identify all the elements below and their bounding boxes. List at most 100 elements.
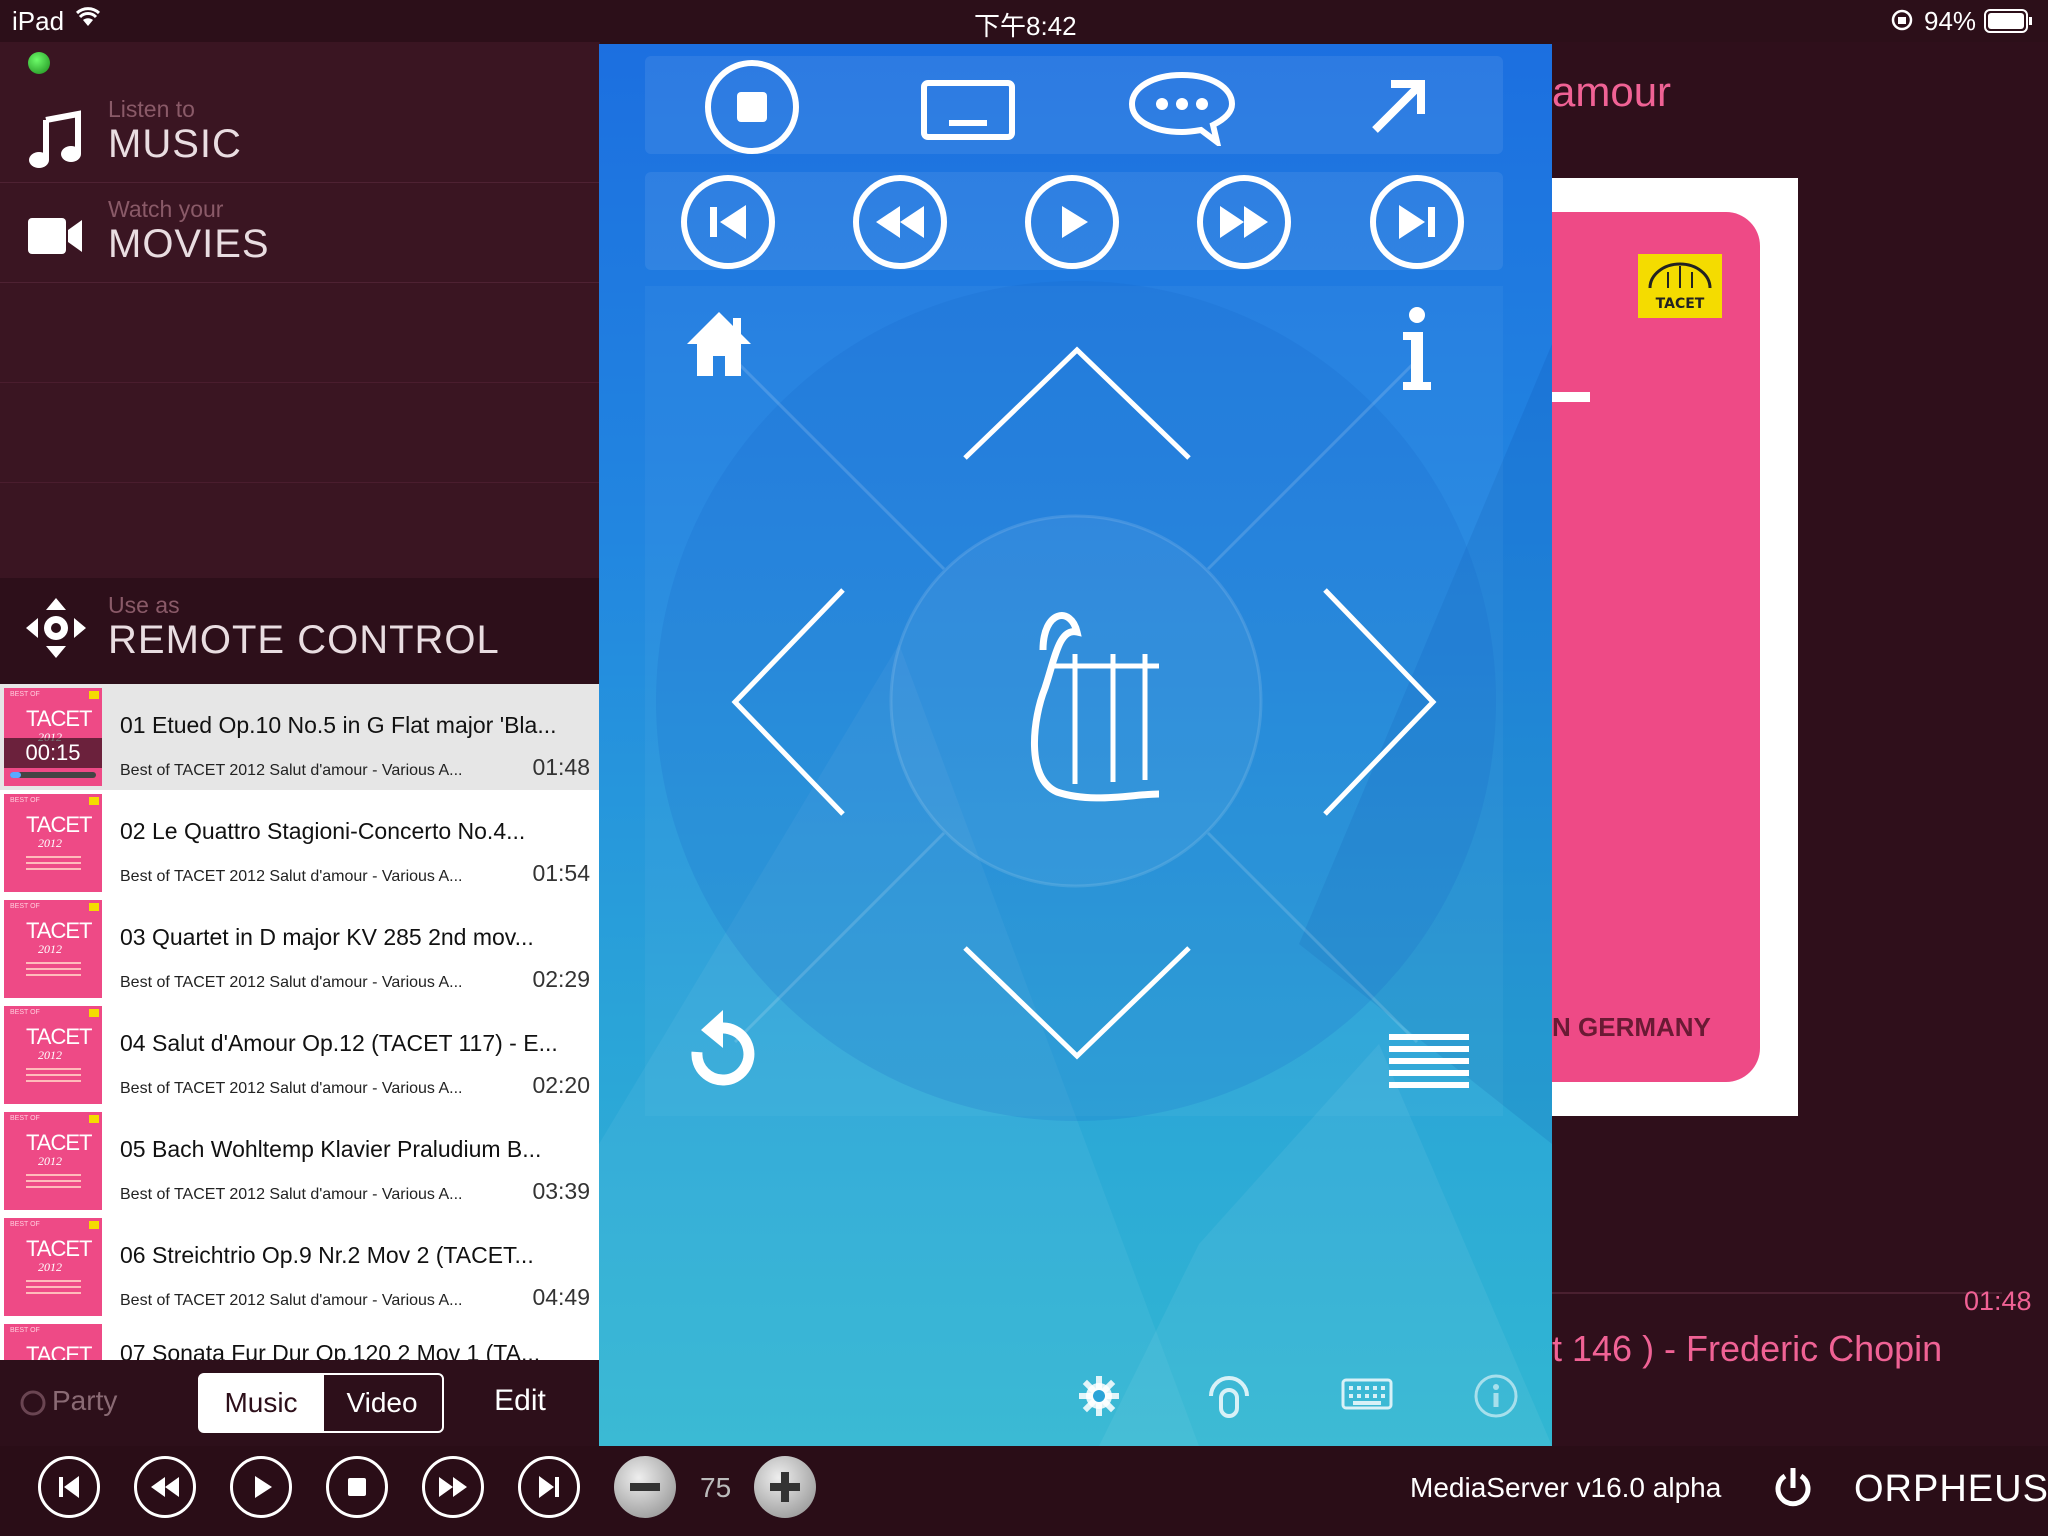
- track-duration: 04:49: [532, 1284, 590, 1310]
- track-title: 05 Bach Wohltemp Klavier Praludium B...: [120, 1136, 542, 1162]
- menu-music-label: MUSIC: [108, 122, 242, 166]
- track-progress-bar: [10, 772, 96, 778]
- battery-percent: 94%: [1924, 6, 1977, 36]
- skip-next-icon[interactable]: [1369, 174, 1465, 270]
- wifi-icon: [74, 4, 102, 35]
- power-icon[interactable]: [1774, 1466, 1812, 1513]
- track-subtitle: Best of TACET 2012 Salut d'amour - Vario…: [120, 974, 463, 991]
- menu-movies-label: MOVIES: [108, 222, 270, 266]
- menu-item-music[interactable]: Listen to MUSIC: [0, 82, 600, 183]
- fast-forward-icon[interactable]: [1196, 174, 1292, 270]
- tab-video[interactable]: Video: [320, 1373, 444, 1433]
- track-subtitle: Best of TACET 2012 Salut d'amour - Vario…: [120, 1292, 463, 1309]
- playlist-track[interactable]: BEST OF TACET 2012 06 Streichtrio Op.9 Nr.…: [0, 1214, 600, 1321]
- dpad-move-icon: [24, 596, 88, 665]
- menu-remote-sub: Use as: [108, 592, 180, 618]
- now-playing-track: t 146 ) - Frederic Chopin: [1552, 1328, 1943, 1369]
- track-subtitle: Best of TACET 2012 Salut d'amour - Vario…: [120, 1080, 463, 1097]
- arrow-left-icon[interactable]: [729, 584, 849, 820]
- track-duration-large: 01:48: [1964, 1286, 2032, 1316]
- playlist-track[interactable]: BEST OF TACET 2012 00:15 01 Etued Op.10 No…: [0, 684, 600, 791]
- album-thumbnail: BEST OF TACET 2012: [4, 1006, 102, 1104]
- settings-icon[interactable]: [1077, 1374, 1121, 1418]
- keyboard-icon[interactable]: [1341, 1378, 1393, 1410]
- play-button[interactable]: [230, 1456, 292, 1518]
- track-duration: 02:20: [532, 1072, 590, 1098]
- svg-text:TACET: TACET: [1656, 296, 1705, 312]
- track-subtitle: Best of TACET 2012 Salut d'amour - Vario…: [120, 1186, 463, 1203]
- track-duration: 03:39: [532, 1178, 590, 1204]
- track-duration: 01:54: [532, 860, 590, 886]
- arrow-up-icon[interactable]: [959, 344, 1195, 464]
- menu-item-remote-control[interactable]: Use as REMOTE CONTROL: [0, 578, 600, 684]
- back-icon[interactable]: [683, 1004, 755, 1090]
- skip-next-button[interactable]: [518, 1456, 580, 1518]
- stop-button[interactable]: [326, 1456, 388, 1518]
- clock: 下午8:42: [974, 11, 1077, 41]
- rewind-icon[interactable]: [852, 174, 948, 270]
- volume-down-button[interactable]: [614, 1456, 676, 1518]
- playlist-track[interactable]: BEST OF TACET 2012 03 Quartet in D major K…: [0, 896, 600, 1003]
- track-title: 03 Quartet in D major KV 285 2nd mov...: [120, 924, 534, 950]
- stop-icon[interactable]: [704, 59, 800, 155]
- arrow-down-icon[interactable]: [959, 942, 1195, 1062]
- menu-music-sub: Listen to: [108, 96, 195, 122]
- video-camera-icon: [26, 214, 86, 263]
- album-thumbnail: BEST OF TACET 2012: [4, 794, 102, 892]
- playlist-track[interactable]: BEST OF TACET 2012 02 Le Quattro Stagioni-…: [0, 790, 600, 897]
- playlist-mode-bar: Party Music Video Edit: [0, 1360, 600, 1446]
- menu-movies-sub: Watch your: [108, 196, 224, 222]
- album-thumbnail: BEST OF TACET 2012: [4, 900, 102, 998]
- bottom-transport-bar: 75 MediaServer v16.0 alpha ORPHEUS: [0, 1446, 2048, 1536]
- album-cover: TACET N GERMANY: [1552, 212, 1760, 1082]
- track-title: 07 Sonata Fur Dur Op.120 2 Mov 1 (TA...: [120, 1340, 541, 1360]
- volume-up-button[interactable]: [754, 1456, 816, 1518]
- track-title: 06 Streichtrio Op.9 Nr.2 Mov 2 (TACET...: [120, 1242, 534, 1268]
- chat-bubble-icon[interactable]: [1127, 70, 1237, 146]
- album-thumbnail: BEST OF TACET 2012 00:15: [4, 688, 102, 786]
- rewind-button[interactable]: [134, 1456, 196, 1518]
- lyre-ok-icon[interactable]: [993, 598, 1163, 808]
- track-title: 01 Etued Op.10 No.5 in G Flat major 'Bla…: [120, 712, 557, 738]
- home-icon[interactable]: [683, 308, 755, 380]
- remote-control-panel: [599, 44, 1552, 1446]
- server-name: MediaServer v16.0 alpha: [1410, 1472, 1722, 1503]
- menu-lines-icon[interactable]: [1389, 1034, 1469, 1090]
- device-name: iPad: [12, 6, 65, 36]
- info-circle-icon[interactable]: [1474, 1374, 1518, 1418]
- expand-icon[interactable]: [1369, 76, 1429, 136]
- track-subtitle: Best of TACET 2012 Salut d'amour - Vario…: [120, 762, 463, 779]
- arrow-right-icon[interactable]: [1319, 584, 1439, 820]
- skip-previous-icon[interactable]: [680, 174, 776, 270]
- playlist-track[interactable]: BEST OF TACET 07 Sonata Fur Dur Op.120 2 …: [0, 1320, 600, 1360]
- skip-previous-button[interactable]: [38, 1456, 100, 1518]
- track-subtitle: Best of TACET 2012 Salut d'amour - Vario…: [120, 868, 463, 885]
- battery-icon: [1984, 9, 2034, 40]
- connection-status-led: [28, 52, 50, 74]
- menu-empty-row: [0, 382, 600, 483]
- playlist-track[interactable]: BEST OF TACET 2012 04 Salut d'Amour Op.12 …: [0, 1002, 600, 1109]
- menu-empty-row: [0, 282, 600, 383]
- menu-remote-label: REMOTE CONTROL: [108, 618, 500, 662]
- play-icon[interactable]: [1024, 174, 1120, 270]
- tab-music[interactable]: Music: [198, 1373, 324, 1433]
- album-thumbnail: BEST OF TACET: [4, 1324, 102, 1360]
- fast-forward-button[interactable]: [422, 1456, 484, 1518]
- edit-button[interactable]: Edit: [480, 1373, 560, 1429]
- music-note-icon: [26, 110, 86, 175]
- touch-icon[interactable]: [1205, 1370, 1253, 1420]
- subtitle-icon[interactable]: [921, 80, 1015, 140]
- brand-logo: ORPHEUS: [1854, 1468, 2048, 1510]
- album-cover-text: N GERMANY: [1552, 1012, 1711, 1042]
- info-icon[interactable]: [1399, 306, 1433, 390]
- menu-item-movies[interactable]: Watch your MOVIES: [0, 182, 600, 283]
- rotation-lock-icon: [1890, 8, 1914, 39]
- track-title: 04 Salut d'Amour Op.12 (TACET 117) - E..…: [120, 1030, 558, 1056]
- party-mode-toggle[interactable]: Party: [52, 1373, 142, 1429]
- menu-empty-row: [0, 482, 600, 582]
- playlist-track[interactable]: BEST OF TACET 2012 05 Bach Wohltemp Klavie…: [0, 1108, 600, 1215]
- playlist[interactable]: BEST OF TACET 2012 00:15 01 Etued Op.10 No…: [0, 684, 600, 1360]
- tacet-logo: TACET: [1638, 254, 1722, 318]
- track-title: 02 Le Quattro Stagioni-Concerto No.4...: [120, 818, 526, 844]
- album-thumbnail: BEST OF TACET 2012: [4, 1218, 102, 1316]
